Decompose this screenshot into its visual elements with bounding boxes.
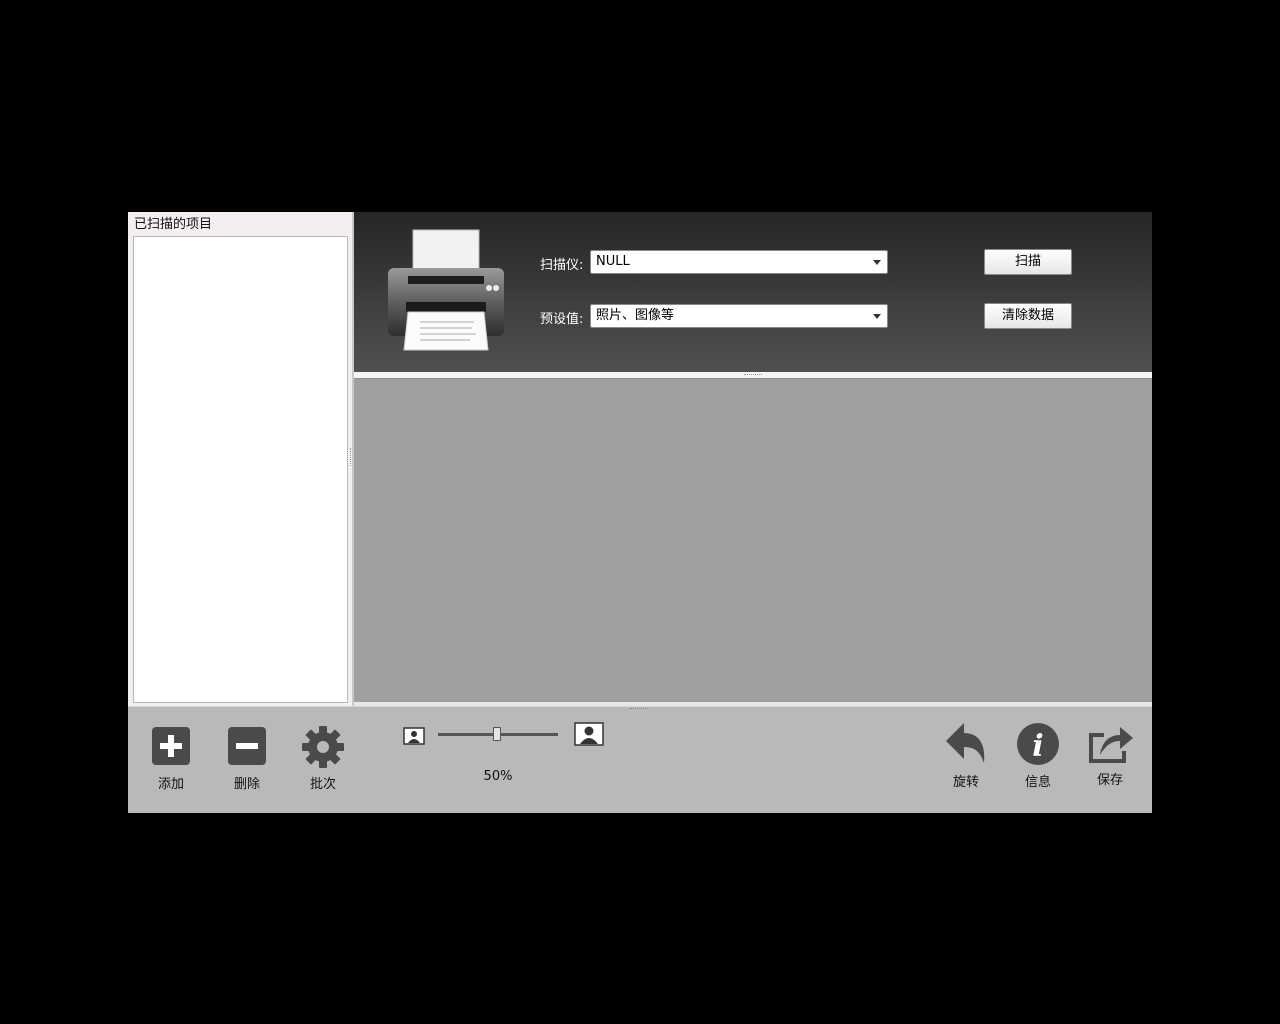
preset-select[interactable]: 照片、图像等 (590, 304, 888, 328)
info-label: 信息 (1024, 775, 1051, 790)
zoom-slider-handle[interactable] (493, 727, 501, 741)
add-button[interactable]: 添加 (150, 727, 192, 792)
delete-button[interactable]: 删除 (226, 727, 268, 792)
scanned-items-list[interactable] (133, 236, 348, 703)
clear-data-button[interactable]: 清除数据 (984, 303, 1072, 329)
batch-button[interactable]: 批次 (300, 725, 346, 792)
preset-value: 照片、图像等 (596, 308, 675, 323)
small-image-icon[interactable] (403, 727, 425, 745)
undo-arrow-icon (946, 723, 985, 763)
printer-icon (388, 229, 504, 351)
scanned-items-title: 已扫描的项目 (134, 217, 213, 232)
info-circle-icon: i (1017, 723, 1059, 765)
chevron-down-icon (873, 314, 881, 319)
scan-preview-area[interactable] (354, 378, 1152, 702)
scanner-controls-panel: 扫描仪: NULL 预设值: 照片、图像等 扫描 清除数据 (354, 212, 1152, 372)
delete-label: 删除 (233, 777, 260, 792)
zoom-percent: 50% (483, 769, 513, 784)
add-label: 添加 (157, 777, 184, 792)
preset-label: 预设值: (540, 312, 584, 327)
scanner-device-label: 扫描仪: (540, 258, 584, 273)
bottom-splitter-grip[interactable] (630, 708, 648, 710)
scanned-items-panel: 已扫描的项目 (128, 212, 352, 706)
scanner-window: 已扫描的项目 扫描仪: NULL 预设值: 照片、图像等 扫描 清除数据 添加 … (128, 212, 1152, 813)
scanner-device-select[interactable]: NULL (590, 250, 888, 274)
info-button[interactable]: i 信息 (1014, 721, 1062, 790)
save-label: 保存 (1096, 773, 1123, 788)
scanner-device-value: NULL (596, 254, 630, 269)
bottom-toolbar: 添加 删除 批次 50% 旋转 i 信息 保存 (128, 706, 1152, 813)
save-button[interactable]: 保存 (1086, 721, 1134, 788)
scan-button[interactable]: 扫描 (984, 249, 1072, 275)
large-image-icon[interactable] (574, 722, 604, 746)
minus-square-icon (228, 727, 266, 765)
rotate-label: 旋转 (952, 775, 979, 790)
chevron-down-icon (873, 260, 881, 265)
plus-square-icon (152, 727, 190, 765)
svg-text:i: i (1032, 729, 1043, 764)
rotate-button[interactable]: 旋转 (942, 721, 990, 790)
share-export-icon (1089, 727, 1133, 763)
gear-icon (302, 726, 344, 768)
batch-label: 批次 (309, 777, 336, 792)
